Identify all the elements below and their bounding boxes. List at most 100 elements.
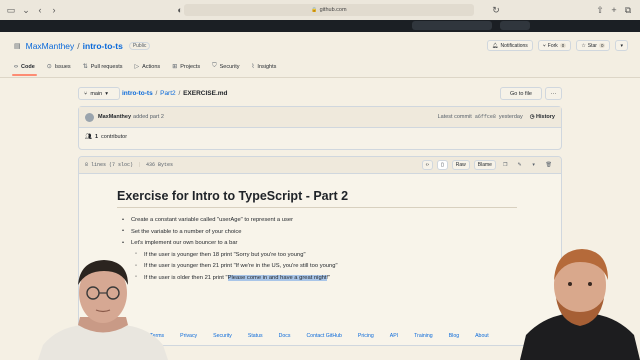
tab-issues[interactable]: ⊙ Issues: [47, 63, 71, 76]
list-item-suffix: !": [326, 274, 331, 281]
star-label: Star: [587, 42, 597, 49]
commit-box: MaxManthey added part 2 Latest commit a6…: [78, 106, 562, 150]
tab-code[interactable]: ‹› Code: [12, 63, 37, 76]
footer-link[interactable]: Status: [248, 333, 263, 339]
breadcrumb-folder-link[interactable]: Part2: [160, 90, 176, 97]
fork-icon: ⑂: [542, 42, 546, 49]
share-icon[interactable]: ⇧: [594, 4, 606, 16]
contributors-row[interactable]: 👥︎ 1 contributor: [79, 128, 561, 146]
star-dropdown-button[interactable]: ▾: [615, 40, 628, 51]
go-to-file-button[interactable]: Go to file: [500, 87, 542, 100]
footer-link[interactable]: API: [390, 333, 398, 339]
selected-text: Please come in and have a great night: [227, 274, 327, 281]
repo-icon: ▤: [14, 43, 21, 50]
history-label: History: [536, 114, 555, 120]
person-right-image: [520, 249, 640, 360]
list-item: If the user is older then 21 print "Plea…: [131, 274, 517, 281]
address-bar[interactable]: 🔒 github.com: [184, 4, 474, 16]
tab-insights[interactable]: ⌇ Insights: [251, 63, 276, 76]
star-button[interactable]: ☆ Star 0: [576, 40, 611, 51]
tab-actions[interactable]: ▷ Actions: [135, 63, 161, 76]
footer-link[interactable]: Training: [414, 333, 433, 339]
copy-icon[interactable]: ❐: [500, 160, 510, 170]
command-palette-button[interactable]: [500, 21, 530, 30]
tab-actions-label: Actions: [142, 63, 161, 70]
repo-tabs: ‹› Code ⊙ Issues ⇅ Pull requests ▷ Actio…: [12, 63, 276, 76]
footer-link[interactable]: Privacy: [180, 333, 197, 339]
url-text: github.com: [319, 7, 347, 13]
commit-message[interactable]: added part 2: [133, 114, 164, 120]
forward-icon[interactable]: ›: [48, 4, 60, 16]
display-rendered-button[interactable]: ▯: [436, 160, 448, 170]
issue-icon: ⊙: [46, 64, 52, 70]
search-input[interactable]: [412, 21, 492, 30]
fork-count: 0: [559, 43, 567, 48]
markdown-title: Exercise for Intro to TypeScript - Part …: [117, 189, 517, 208]
chevron-down-icon: ▾: [105, 90, 108, 97]
tab-pull-requests-label: Pull requests: [90, 63, 123, 70]
browser-toolbar: ▭ ⌄ ‹ › ◐ 🔒 github.com ↻ ⇧ + ⧉: [0, 0, 640, 20]
star-count: 0: [598, 43, 606, 48]
tab-code-label: Code: [21, 63, 35, 70]
new-tab-icon[interactable]: +: [608, 4, 620, 16]
commit-sha[interactable]: a6ffce8: [475, 114, 496, 120]
lock-icon: 🔒: [311, 7, 318, 13]
pencil-icon[interactable]: ✎: [514, 160, 524, 170]
avatar[interactable]: [85, 112, 94, 122]
footer-link[interactable]: Blog: [449, 333, 459, 339]
repo-name-link[interactable]: intro-to-ts: [83, 41, 123, 51]
commit-author[interactable]: MaxManthey: [98, 114, 131, 120]
tab-security[interactable]: ⛉ Security: [212, 63, 239, 76]
back-icon[interactable]: ‹: [34, 4, 46, 16]
blame-button[interactable]: Blame: [473, 160, 496, 170]
file-toolbar: ‹› ▯ Raw Blame ❐ ✎ ▾ 🗑︎: [421, 160, 555, 170]
notifications-label: Notifications: [500, 42, 528, 49]
webcam-overlay-left: [38, 255, 168, 360]
breadcrumb-separator: /: [176, 90, 183, 97]
footer-link[interactable]: Contact GitHub: [306, 333, 341, 339]
tab-security-label: Security: [219, 63, 240, 70]
tab-pull-requests[interactable]: ⇅ Pull requests: [83, 63, 123, 76]
chevron-down-icon[interactable]: ⌄: [20, 4, 32, 16]
display-source-button[interactable]: ‹›: [421, 160, 433, 170]
notifications-button[interactable]: 🔔︎ Notifications: [487, 40, 533, 51]
exercise-list: Create a constant variable called "userA…: [117, 217, 517, 281]
clock-icon: ◷: [529, 114, 535, 120]
shield-icon: ⛉: [212, 63, 217, 69]
history-link[interactable]: ◷ History: [530, 114, 555, 120]
file-header-divider: |: [138, 162, 142, 168]
latest-commit-row: MaxManthey added part 2 Latest commit a6…: [79, 107, 561, 128]
trash-icon[interactable]: 🗑︎: [543, 160, 555, 170]
commit-time: yesterday: [498, 114, 523, 120]
people-icon: 👥︎: [85, 134, 92, 140]
tab-issues-label: Issues: [54, 63, 71, 70]
footer-links: Terms Privacy Security Status Docs Conta…: [150, 333, 489, 339]
fork-button[interactable]: ⑂ Fork 0: [537, 40, 572, 51]
repo-header: ▤ MaxManthey / intro-to-ts Public 🔔︎ Not…: [0, 32, 640, 78]
tab-overview-icon[interactable]: ⧉: [622, 4, 634, 16]
sidebar-icon[interactable]: ▭: [5, 4, 17, 16]
breadcrumb-repo-link[interactable]: intro-to-ts: [122, 90, 153, 97]
raw-button[interactable]: Raw: [451, 160, 470, 170]
list-item: If the user is younger then 18 print "So…: [131, 251, 517, 258]
repo-separator: /: [77, 41, 80, 51]
code-icon: ‹›: [14, 63, 18, 70]
list-item: Let's implement our own bouncer to a bar…: [117, 240, 517, 281]
repo-owner-link[interactable]: MaxManthey: [26, 41, 75, 51]
tab-projects[interactable]: ⊞ Projects: [172, 63, 200, 76]
footer-link[interactable]: About: [475, 333, 489, 339]
footer-link[interactable]: Pricing: [358, 333, 374, 339]
bouncer-sublist: If the user is younger then 18 print "So…: [131, 251, 517, 281]
breadcrumb: intro-to-ts / Part2 / EXERCISE.md: [122, 90, 228, 97]
code-icon: ‹›: [425, 162, 429, 168]
more-options-button[interactable]: ···: [545, 87, 562, 100]
branch-select[interactable]: ⑂ main ▾: [78, 87, 120, 100]
footer-link[interactable]: Security: [213, 333, 232, 339]
play-icon: ▷: [134, 64, 140, 70]
chevron-down-icon[interactable]: ▾: [529, 160, 539, 170]
tab-insights-label: Insights: [257, 63, 277, 70]
reload-icon[interactable]: ↻: [490, 4, 502, 16]
breadcrumb-file: EXERCISE.md: [183, 90, 228, 97]
footer-link[interactable]: Docs: [279, 333, 291, 339]
file-lines: 8 lines (7 sloc): [85, 162, 134, 168]
